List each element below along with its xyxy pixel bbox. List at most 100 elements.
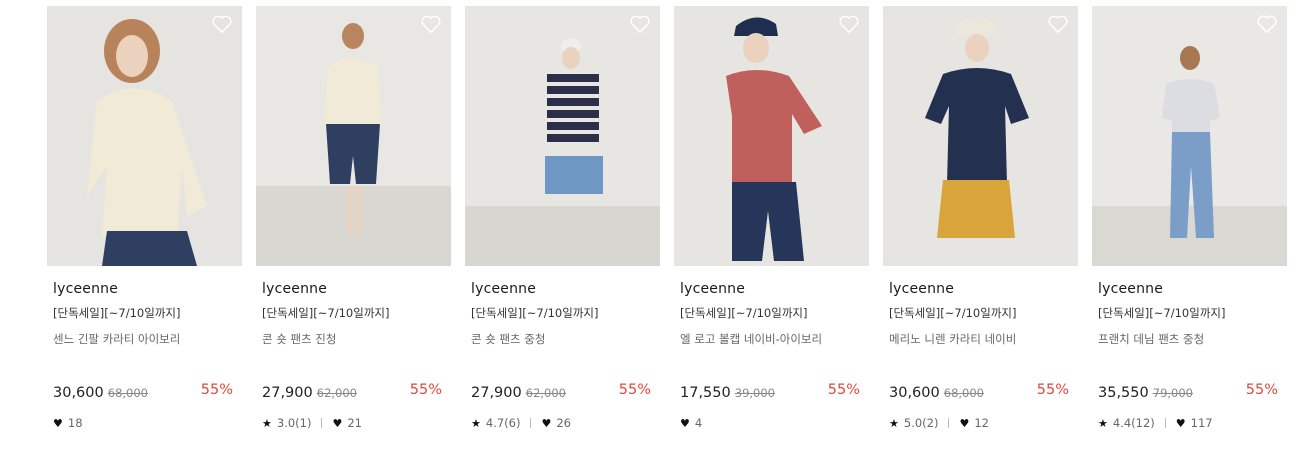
product-image[interactable]: [674, 6, 869, 266]
brand-name[interactable]: lyceenne: [889, 281, 1072, 299]
product-photo: [47, 6, 242, 266]
like-count: 12: [974, 416, 989, 430]
heart-filled-icon: ♥: [680, 416, 690, 430]
rating-value: 4.4(12): [1112, 416, 1155, 430]
price-row: 17,550 39,000 55%: [680, 382, 863, 402]
brand-name[interactable]: lyceenne: [53, 281, 236, 299]
product-image[interactable]: [256, 6, 451, 266]
brand-name[interactable]: lyceenne: [680, 281, 863, 299]
product-image[interactable]: [47, 6, 242, 266]
discount-rate: 55%: [618, 382, 651, 398]
likes: ♥ 117: [1176, 416, 1213, 430]
rating: ★ 3.0(1): [262, 416, 311, 430]
product-name[interactable]: 콘 숏 팬츠 진청: [262, 331, 445, 347]
brand-name[interactable]: lyceenne: [1098, 281, 1281, 299]
price-row: 35,550 79,000 55%: [1098, 382, 1281, 402]
heart-filled-icon: ♥: [53, 416, 63, 430]
product-meta: ♥ 18: [53, 415, 236, 431]
product-photo: [1092, 6, 1287, 266]
heart-filled-icon: ♥: [541, 416, 552, 430]
rating-value: 4.7(6): [485, 416, 521, 430]
product-card[interactable]: lyceenne [단독세일][~7/10일까지] 메리노 니렌 카라티 네이비…: [883, 6, 1078, 446]
brand-name[interactable]: lyceenne: [262, 281, 445, 299]
discount-rate: 55%: [1036, 382, 1069, 398]
rating: ★ 5.0(2): [889, 416, 938, 430]
wishlist-heart-icon[interactable]: [1047, 14, 1069, 34]
product-name[interactable]: 엘 로고 볼캡 네이비-아이보리: [680, 331, 863, 347]
product-image[interactable]: [1092, 6, 1287, 266]
product-card[interactable]: lyceenne [단독세일][~7/10일까지] 엘 로고 볼캡 네이비-아이…: [674, 6, 869, 446]
discount-rate: 55%: [1245, 382, 1278, 398]
star-icon: ★: [1098, 416, 1108, 430]
sale-tag: [단독세일][~7/10일까지]: [680, 306, 808, 320]
wishlist-heart-icon[interactable]: [629, 14, 651, 34]
product-name[interactable]: 메리노 니렌 카라티 네이비: [889, 331, 1072, 347]
wishlist-heart-icon[interactable]: [211, 14, 233, 34]
likes: ♥ 4: [680, 416, 702, 430]
product-name[interactable]: 센느 긴팔 카라티 아이보리: [53, 331, 236, 347]
sale-price: 17,550: [680, 385, 731, 401]
product-meta: ★ 4.7(6) ♥ 26: [471, 415, 654, 431]
sale-price: 27,900: [262, 385, 313, 401]
original-price: 68,000: [943, 386, 984, 400]
product-meta: ★ 3.0(1) ♥ 21: [262, 415, 445, 431]
product-photo: [883, 6, 1078, 266]
product-name[interactable]: 콘 숏 팬츠 중청: [471, 331, 654, 347]
divider: [948, 418, 950, 428]
likes: ♥ 18: [53, 416, 83, 430]
like-count: 18: [67, 416, 83, 430]
rating-value: 3.0(1): [276, 416, 312, 430]
product-card[interactable]: lyceenne [단독세일][~7/10일까지] 콘 숏 팬츠 중청 27,9…: [465, 6, 660, 446]
sale-price: 35,550: [1098, 385, 1149, 401]
divider: [1164, 418, 1166, 428]
likes: ♥ 21: [332, 416, 362, 430]
sale-price: 27,900: [471, 385, 522, 401]
product-photo: [465, 6, 660, 266]
price-row: 27,900 62,000 55%: [471, 382, 654, 402]
rating-value: 5.0(2): [903, 416, 939, 430]
rating: ★ 4.4(12): [1098, 416, 1155, 430]
product-grid: lyceenne [단독세일][~7/10일까지] 센느 긴팔 카라티 아이보리…: [0, 0, 1298, 452]
heart-filled-icon: ♥: [959, 416, 970, 430]
discount-rate: 55%: [409, 382, 442, 398]
wishlist-heart-icon[interactable]: [420, 14, 442, 34]
like-count: 26: [556, 416, 571, 430]
heart-filled-icon: ♥: [1175, 416, 1186, 430]
price-row: 27,900 62,000 55%: [262, 382, 445, 402]
original-price: 68,000: [107, 386, 148, 400]
sale-tag: [단독세일][~7/10일까지]: [53, 306, 181, 320]
product-name[interactable]: 프랜치 데님 팬츠 중청: [1098, 331, 1281, 347]
likes: ♥ 12: [959, 416, 989, 430]
wishlist-heart-icon[interactable]: [838, 14, 860, 34]
star-icon: ★: [262, 416, 272, 430]
price-row: 30,600 68,000 55%: [53, 382, 236, 402]
product-meta: ♥ 4: [680, 415, 863, 431]
likes: ♥ 26: [541, 416, 571, 430]
brand-name[interactable]: lyceenne: [471, 281, 654, 299]
star-icon: ★: [471, 416, 481, 430]
product-photo: [256, 6, 451, 266]
original-price: 62,000: [316, 386, 357, 400]
like-count: 4: [694, 416, 703, 430]
sale-price: 30,600: [889, 385, 940, 401]
discount-rate: 55%: [200, 382, 233, 398]
product-image[interactable]: [465, 6, 660, 266]
product-meta: ★ 4.4(12) ♥ 117: [1098, 415, 1281, 431]
product-card[interactable]: lyceenne [단독세일][~7/10일까지] 콘 숏 팬츠 진청 27,9…: [256, 6, 451, 446]
divider: [530, 418, 532, 428]
product-card[interactable]: lyceenne [단독세일][~7/10일까지] 프랜치 데님 팬츠 중청 3…: [1092, 6, 1287, 446]
product-meta: ★ 5.0(2) ♥ 12: [889, 415, 1072, 431]
product-photo: [674, 6, 869, 266]
price-row: 30,600 68,000 55%: [889, 382, 1072, 402]
wishlist-heart-icon[interactable]: [1256, 14, 1278, 34]
product-card[interactable]: lyceenne [단독세일][~7/10일까지] 센느 긴팔 카라티 아이보리…: [47, 6, 242, 446]
divider: [321, 418, 323, 428]
sale-tag: [단독세일][~7/10일까지]: [1098, 306, 1226, 320]
original-price: 79,000: [1152, 386, 1193, 400]
sale-tag: [단독세일][~7/10일까지]: [471, 306, 599, 320]
heart-filled-icon: ♥: [332, 416, 343, 430]
like-count: 117: [1190, 416, 1213, 430]
product-image[interactable]: [883, 6, 1078, 266]
star-icon: ★: [889, 416, 899, 430]
original-price: 39,000: [734, 386, 775, 400]
